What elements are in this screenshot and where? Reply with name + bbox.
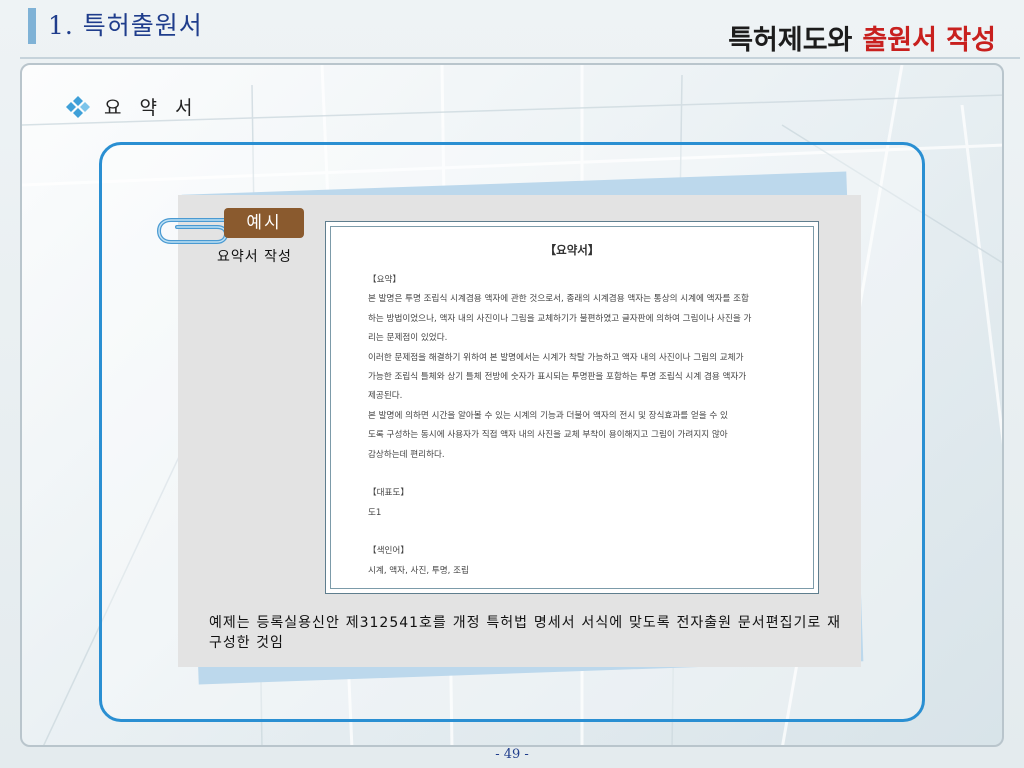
document-line: 【색인어】 [368,546,409,557]
document-blank-line [368,523,788,542]
example-caption: 요약서 작성 [217,249,292,265]
document-line: 도록 구성하는 동시에 사용자가 직접 액자 내의 사진을 교체 부착이 용이해… [368,430,728,441]
abstract-document: 【요약서】 【요약】 본 발명은 투명 조립식 시계겸용 액자에 관한 것으로서,… [325,221,819,594]
document-body: 【요약】 본 발명은 투명 조립식 시계겸용 액자에 관한 것으로서, 종래의 시… [368,271,788,581]
document-line: 가능한 조립식 틀체와 상기 틀체 전방에 숫자가 표시되는 투명판을 포함하는… [368,371,747,382]
document-blank-line [368,465,788,484]
document-line: 본 발명은 투명 조립식 시계겸용 액자에 관한 것으로서, 종래의 시계겸용 … [368,294,749,305]
document-line: 제공된다. [368,391,403,402]
section-title-text: 요 약 서 [104,97,199,119]
brand-title-part2: 출원서 작성 [862,25,996,56]
footnote-text: 예제는 등록실용신안 제312541호를 개정 특허법 명세서 서식에 맞도록 … [209,615,841,651]
document-line: 본 발명에 의하면 시간을 알아볼 수 있는 시계의 기능과 더불어 액자의 전… [368,410,728,421]
brand-title-part1: 특허제도와 [728,25,853,56]
slide: 1. 특허출원서 특허제도와 출원서 작성 요 약 서 예시 요약서 작성 【요… [0,0,1024,768]
document-line: 도1 [368,507,382,518]
brand-title: 특허제도와 출원서 작성 [728,18,996,57]
document-line: 시계, 액자, 사진, 투명, 조립 [368,565,469,576]
section-title: 요 약 서 [68,93,199,120]
document-line: 리는 문제점이 있었다. [368,333,448,344]
page-number: - 49 - [495,747,529,762]
document-line: 하는 방법이었으나, 액자 내의 사진이나 그림을 교체하기가 불편하였고 글자… [368,313,752,324]
document-title: 【요약서】 [544,243,600,257]
document-line: 감상하는데 편리하다. [368,449,445,460]
example-badge: 예시 [224,208,304,238]
header-divider [20,57,1020,59]
header-accent-bar [28,8,36,44]
page-title: 1. 특허출원서 [48,11,203,40]
document-line: 【대표도】 [368,488,409,499]
document-line: 【요약】 [368,275,402,285]
paperclip-icon [156,218,232,244]
document-line: 이러한 문제점을 해결하기 위하여 본 발명에서는 시계가 착탈 가능하고 액자… [368,352,744,363]
